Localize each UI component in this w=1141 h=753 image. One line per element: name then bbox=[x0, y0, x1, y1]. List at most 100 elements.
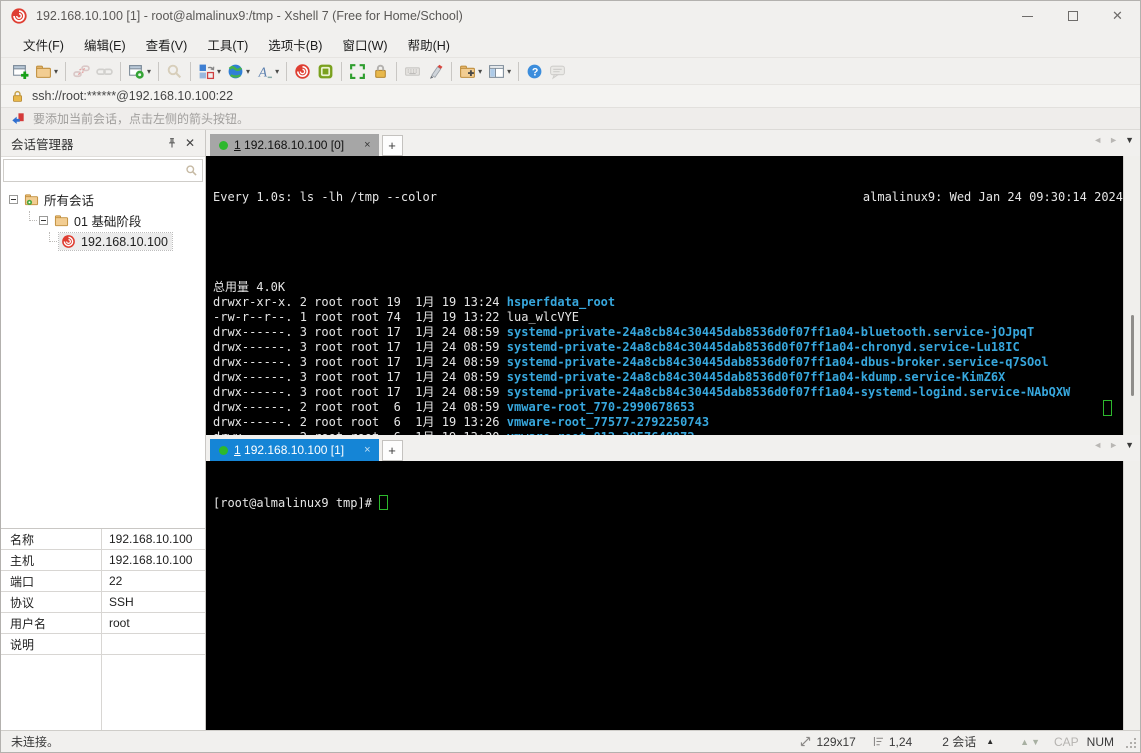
new-tab-button[interactable]: + bbox=[382, 440, 403, 461]
help-button[interactable]: ? bbox=[523, 59, 546, 83]
split-panes-button[interactable]: ▾ bbox=[485, 59, 514, 83]
pane-switch-arrows[interactable]: ▲▼ bbox=[1020, 737, 1042, 747]
compose-button[interactable]: ▾ bbox=[195, 59, 224, 83]
caps-lock-indicator: CAP bbox=[1054, 735, 1079, 749]
disconnect-button[interactable] bbox=[70, 59, 93, 83]
property-label: 协议 bbox=[1, 594, 101, 611]
menu-tools[interactable]: 工具(T) bbox=[197, 31, 258, 58]
connected-dot-icon bbox=[219, 141, 228, 150]
dropdown-arrow-icon[interactable]: ▾ bbox=[275, 67, 279, 76]
tab-scroll-left-icon[interactable]: ◄ bbox=[1093, 440, 1102, 450]
toolbar-separator bbox=[396, 62, 397, 81]
xshell-logo-button[interactable] bbox=[291, 59, 314, 83]
dropdown-arrow-icon[interactable]: ▾ bbox=[478, 67, 482, 76]
xftp-logo-button[interactable] bbox=[314, 59, 337, 83]
reconnect-button[interactable] bbox=[93, 59, 116, 83]
terminal1-scrollbar[interactable] bbox=[1123, 156, 1140, 435]
property-label: 说明 bbox=[1, 636, 101, 653]
dropdown-arrow-icon[interactable]: ▾ bbox=[246, 67, 250, 76]
menu-help[interactable]: 帮助(H) bbox=[398, 31, 460, 58]
fullscreen-button[interactable] bbox=[346, 59, 369, 83]
toolbar-separator bbox=[451, 62, 452, 81]
new-tab-folder-icon bbox=[459, 63, 476, 80]
tab-scroll-right-icon[interactable]: ► bbox=[1109, 440, 1118, 450]
property-value: SSH bbox=[101, 592, 205, 612]
session-count-button[interactable]: 2 会话▲ bbox=[942, 733, 994, 750]
terminal2-cursor bbox=[379, 495, 388, 510]
menu-edit[interactable]: 编辑(E) bbox=[74, 31, 136, 58]
property-value: 192.168.10.100 bbox=[101, 550, 205, 570]
maximize-button[interactable] bbox=[1050, 1, 1095, 31]
status-bar: 未连接。 129x17 1,24 2 会话▲ ▲▼ CAP NUM bbox=[1, 730, 1140, 752]
property-value: 22 bbox=[101, 571, 205, 591]
new-session-button[interactable] bbox=[9, 59, 32, 83]
tab-list-dropdown-icon[interactable]: ▼ bbox=[1125, 135, 1134, 145]
open-folder-button[interactable]: ▾ bbox=[32, 59, 61, 83]
tab-scroll-right-icon[interactable]: ► bbox=[1109, 135, 1118, 145]
tab-session-1[interactable]: 1 192.168.10.100 [1] × bbox=[210, 439, 379, 461]
pin-icon[interactable] bbox=[163, 134, 181, 152]
tab-close-icon[interactable]: × bbox=[350, 139, 370, 151]
help-icon: ? bbox=[526, 63, 543, 80]
tree-session-192-168-10-100[interactable]: 192.168.10.100 bbox=[1, 231, 205, 252]
close-button[interactable]: ✕ bbox=[1095, 1, 1140, 31]
menu-file[interactable]: 文件(F) bbox=[13, 31, 74, 58]
xftp-logo-icon bbox=[317, 63, 334, 80]
toolbar-separator bbox=[120, 62, 121, 81]
terminal-pane-1[interactable]: Every 1.0s: ls -lh /tmp --color almalinu… bbox=[206, 156, 1140, 435]
caret-position-icon bbox=[872, 735, 885, 748]
minimize-button[interactable] bbox=[1005, 1, 1050, 31]
terminal-pane-2[interactable]: [root@almalinux9 tmp]# bbox=[206, 461, 1140, 730]
lock-icon bbox=[11, 90, 24, 103]
property-value bbox=[101, 634, 205, 654]
find-button[interactable] bbox=[163, 59, 186, 83]
title-bar[interactable]: 192.168.10.100 [1] - root@almalinux9:/tm… bbox=[1, 1, 1140, 31]
tree-collapse-icon[interactable] bbox=[39, 216, 48, 225]
fullscreen-icon bbox=[349, 63, 366, 80]
terminal1-scrollbar-thumb[interactable] bbox=[1131, 315, 1134, 396]
info-bar: 要添加当前会话，点击左侧的箭头按钮。 bbox=[1, 107, 1140, 129]
watch-command-text: Every 1.0s: ls -lh /tmp --color bbox=[213, 190, 437, 205]
tree-all-sessions[interactable]: 所有会话 bbox=[1, 189, 205, 210]
session-tree: 所有会话01 基础阶段192.168.10.100 bbox=[1, 184, 205, 528]
terminal-output-line: -rw-r--r--. 1 root root 74 1月 19 13:22 l… bbox=[213, 310, 1123, 325]
tab-session-0[interactable]: 1 192.168.10.100 [0] × bbox=[210, 134, 379, 156]
reconnect-icon bbox=[96, 63, 113, 80]
menu-view[interactable]: 查看(V) bbox=[136, 31, 198, 58]
session-manager-title: 会话管理器 bbox=[11, 134, 163, 153]
close-panel-icon[interactable]: ✕ bbox=[181, 134, 199, 152]
menu-tabs[interactable]: 选项卡(B) bbox=[258, 31, 332, 58]
address-bar[interactable]: ssh://root:******@192.168.10.100:22 bbox=[1, 84, 1140, 107]
dropdown-arrow-icon[interactable]: ▾ bbox=[507, 67, 511, 76]
font-button[interactable]: A▾ bbox=[253, 59, 282, 83]
new-tab-folder-button[interactable]: ▾ bbox=[456, 59, 485, 83]
resize-grip[interactable] bbox=[1124, 736, 1136, 748]
tab-list-dropdown-icon[interactable]: ▼ bbox=[1125, 440, 1134, 450]
lock-button[interactable] bbox=[369, 59, 392, 83]
dropdown-arrow-icon[interactable]: ▾ bbox=[147, 67, 151, 76]
highlight-pen-button[interactable] bbox=[424, 59, 447, 83]
menu-window[interactable]: 窗口(W) bbox=[332, 31, 397, 58]
window-title: 192.168.10.100 [1] - root@almalinux9:/tm… bbox=[36, 9, 1005, 23]
terminal1-cursor bbox=[1103, 400, 1112, 416]
property-row: 用户名root bbox=[1, 613, 205, 634]
dropdown-arrow-icon[interactable]: ▾ bbox=[217, 67, 221, 76]
tree-folder-01[interactable]: 01 基础阶段 bbox=[1, 210, 205, 231]
terminal2-scrollbar[interactable] bbox=[1123, 461, 1140, 730]
info-text: 要添加当前会话，点击左侧的箭头按钮。 bbox=[33, 110, 249, 127]
new-tab-button[interactable]: + bbox=[382, 135, 403, 156]
property-value: root bbox=[101, 613, 205, 633]
tab-close-icon[interactable]: × bbox=[350, 444, 370, 456]
tree-collapse-icon[interactable] bbox=[9, 195, 18, 204]
encoding-globe-button[interactable]: ▾ bbox=[224, 59, 253, 83]
dropdown-arrow-icon[interactable]: ▾ bbox=[54, 67, 58, 76]
tab-scroll-left-icon[interactable]: ◄ bbox=[1093, 135, 1102, 145]
session-search-box[interactable] bbox=[3, 159, 203, 182]
terminal-size-indicator: 129x17 bbox=[799, 735, 855, 749]
open-folder-icon bbox=[35, 63, 52, 80]
session-search-input[interactable] bbox=[4, 160, 185, 181]
keyboard-button[interactable] bbox=[401, 59, 424, 83]
property-row: 协议SSH bbox=[1, 592, 205, 613]
session-properties-button[interactable]: ▾ bbox=[125, 59, 154, 83]
message-button[interactable] bbox=[546, 59, 569, 83]
